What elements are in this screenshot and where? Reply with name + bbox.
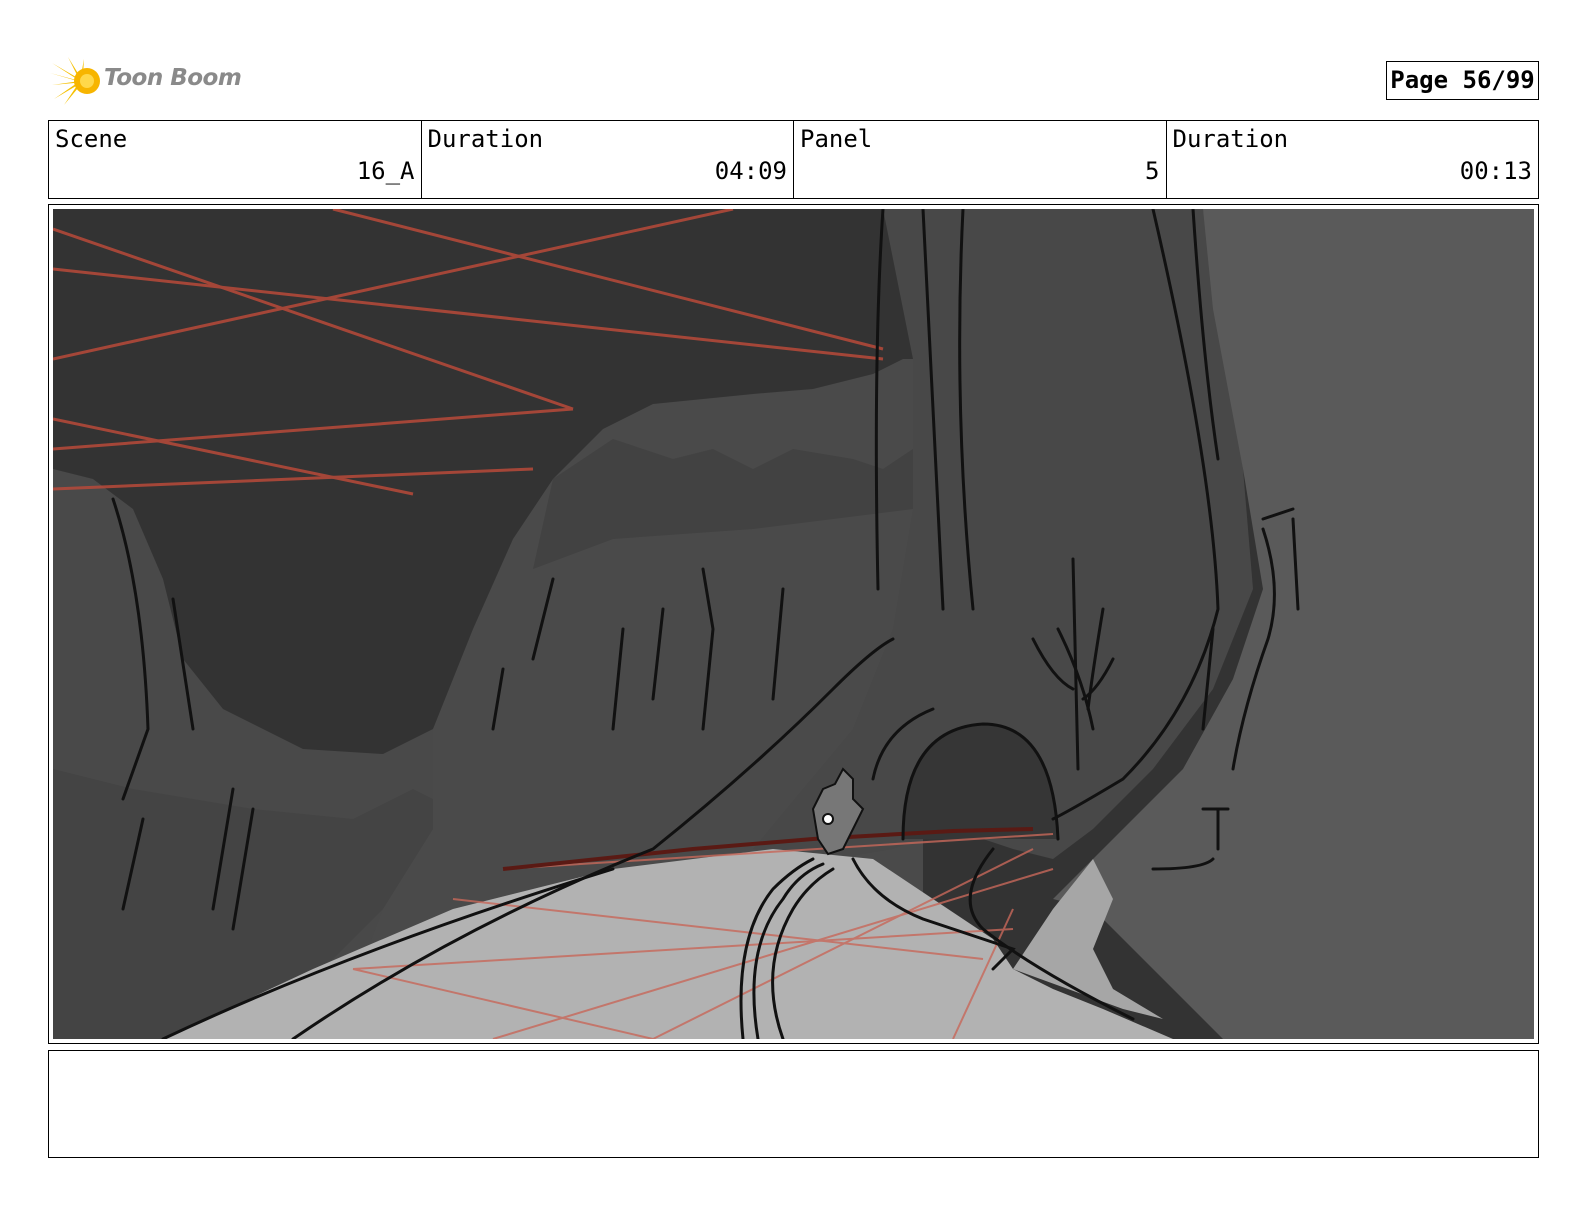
storyboard-panel xyxy=(48,204,1539,1044)
scene-duration-value: 04:09 xyxy=(714,157,787,185)
scene-duration-label: Duration xyxy=(427,125,544,153)
panel-duration-cell: Duration 00:13 xyxy=(1167,121,1539,198)
panel-drawing xyxy=(53,209,1534,1039)
scene-info-table: Scene 16_A Duration 04:09 Panel 5 Durati… xyxy=(48,120,1539,199)
panel-duration-label: Duration xyxy=(1172,125,1289,153)
panel-cell: Panel 5 xyxy=(794,121,1167,198)
panel-duration-value: 00:13 xyxy=(1459,157,1532,185)
scene-cell: Scene 16_A xyxy=(49,121,422,198)
scene-label: Scene xyxy=(55,125,128,153)
scene-value: 16_A xyxy=(356,157,415,185)
page-number: Page 56/99 xyxy=(1386,61,1539,100)
logo-text: Toon Boom xyxy=(104,65,242,91)
panel-value: 5 xyxy=(1145,157,1160,185)
panel-notes xyxy=(48,1050,1539,1158)
panel-label: Panel xyxy=(800,125,873,153)
starburst-icon xyxy=(50,57,100,105)
toon-boom-logo: Toon Boom xyxy=(50,55,250,107)
scene-duration-cell: Duration 04:09 xyxy=(422,121,794,198)
